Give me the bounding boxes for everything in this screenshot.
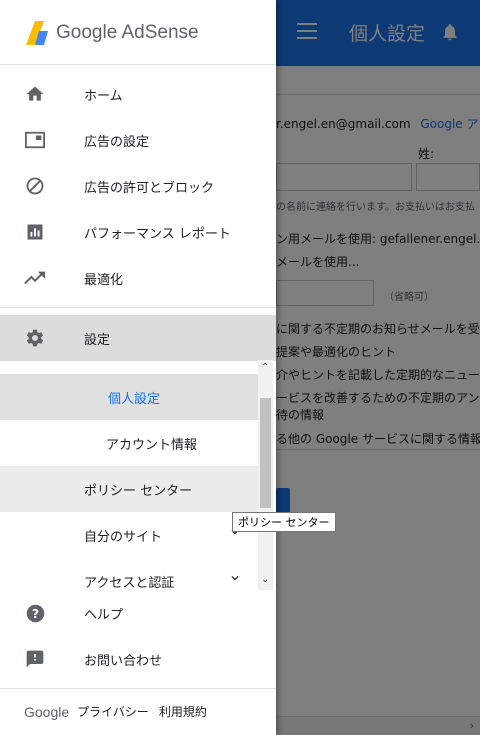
block-icon (24, 175, 46, 197)
nav-performance-label: パフォーマンス レポート (84, 226, 231, 242)
nav-account-info[interactable]: アカウント情報 (0, 420, 258, 466)
adsense-logo-icon (26, 21, 48, 45)
nav-policy-center-label: ポリシー センター (84, 483, 193, 499)
nav-settings-label: 設定 (84, 332, 111, 348)
nav-personal-settings[interactable]: 個人設定 (0, 374, 258, 420)
nav-help[interactable]: ? ヘルプ (0, 590, 276, 636)
help-icon: ? (24, 602, 46, 624)
privacy-link[interactable]: プライバシー (77, 703, 149, 720)
chevron-down-icon[interactable] (228, 571, 242, 585)
nav-optimization[interactable]: 最適化 (0, 255, 276, 301)
home-icon (24, 83, 46, 105)
terms-link[interactable]: 利用規約 (159, 703, 207, 720)
nav-performance[interactable]: パフォーマンス レポート (0, 209, 276, 255)
submenu-scrollbar[interactable]: ⌃ ⌄ (258, 360, 273, 590)
nav-help-label: ヘルプ (84, 607, 124, 623)
nav-allow-block[interactable]: 広告の許可とブロック (0, 163, 276, 209)
nav-home-label: ホーム (84, 88, 123, 104)
nav-contact-label: お問い合わせ (84, 653, 163, 669)
adsense-logo[interactable]: Google AdSense (26, 20, 199, 46)
bar-chart-icon (24, 221, 46, 243)
gear-icon (24, 327, 46, 349)
trending-up-icon (24, 267, 46, 289)
nav-my-sites[interactable]: 自分のサイト (0, 512, 258, 558)
brand-name: Google AdSense (56, 22, 199, 43)
nav-personal-settings-label: 個人設定 (108, 391, 161, 407)
policy-center-tooltip: ポリシー センター (232, 512, 336, 532)
nav-allow-block-label: 広告の許可とブロック (84, 180, 215, 196)
footer-google-logo: Google (24, 703, 70, 720)
divider (0, 307, 276, 308)
nav-home[interactable]: ホーム (0, 71, 276, 117)
feedback-icon (24, 648, 46, 670)
nav-my-sites-label: 自分のサイト (84, 529, 163, 545)
ad-unit-icon (24, 129, 46, 151)
nav-contact[interactable]: お問い合わせ (0, 636, 276, 682)
nav-ad-settings[interactable]: 広告の設定 (0, 117, 276, 163)
divider (0, 64, 276, 65)
nav-policy-center[interactable]: ポリシー センター (0, 466, 258, 512)
navigation-drawer: Google AdSense ホーム 広告の設定 広告の許可とブロック パフォー… (0, 0, 276, 735)
drawer-footer: Google プライバシー 利用規約 (24, 703, 217, 720)
scroll-down-icon[interactable]: ⌄ (261, 574, 269, 585)
nav-optimization-label: 最適化 (84, 272, 124, 288)
divider (0, 688, 276, 689)
nav-settings[interactable]: 設定 (0, 315, 276, 361)
scroll-up-icon[interactable]: ⌃ (261, 362, 269, 373)
svg-text:?: ? (31, 606, 38, 620)
nav-ad-settings-label: 広告の設定 (84, 134, 150, 150)
scrollbar-thumb[interactable] (260, 398, 271, 508)
nav-access-auth-label: アクセスと認証 (84, 575, 175, 591)
nav-account-info-label: アカウント情報 (106, 437, 198, 453)
